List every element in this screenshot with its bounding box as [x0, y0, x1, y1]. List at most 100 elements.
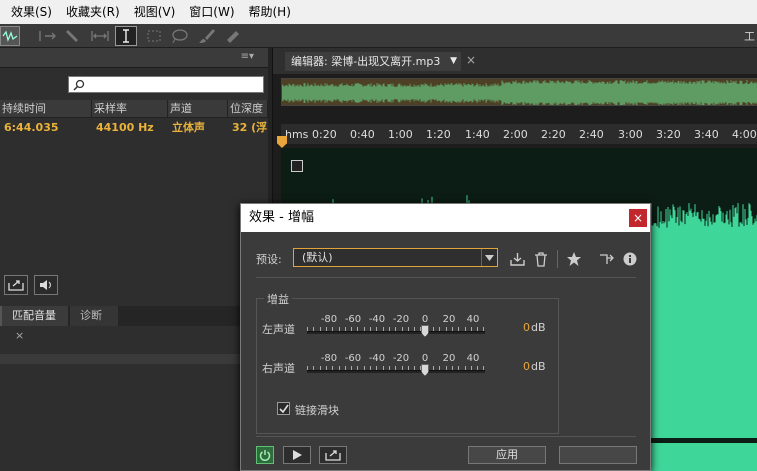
waveform-view-icon[interactable] — [0, 26, 20, 46]
marquee-tool-icon[interactable] — [144, 26, 164, 46]
overview-waveform-graphic — [282, 79, 757, 105]
scale-label: -40 — [368, 353, 386, 364]
divider — [256, 277, 636, 278]
razor-tool-icon[interactable] — [62, 26, 84, 46]
col-duration[interactable]: 持续时间 — [0, 100, 92, 117]
checkmark-icon — [279, 404, 289, 414]
preset-select[interactable]: (默认) — [293, 248, 498, 267]
left-channel-label: 左声道 — [262, 323, 295, 336]
power-toggle-button[interactable] — [256, 446, 274, 464]
workspace-label[interactable]: 工 — [744, 28, 755, 44]
apply-button[interactable]: 应用 — [468, 446, 546, 464]
editor-tab-bar: 编辑器: 梁博-出现又离开.mp3 ▼ × — [273, 48, 757, 74]
routing-icon[interactable] — [598, 251, 614, 267]
info-icon[interactable] — [622, 251, 638, 267]
dialog-title-bar[interactable]: 效果 - 增幅 × — [241, 204, 650, 232]
export-icon — [8, 280, 24, 291]
preset-label: 预设: — [256, 253, 282, 266]
divider — [256, 436, 636, 437]
col-bit-depth[interactable]: 位深度 — [228, 100, 268, 117]
time-selection-tool-icon[interactable] — [115, 26, 137, 46]
ruler-tick: 1:40 — [465, 128, 490, 141]
ruler-tick: 2:20 — [541, 128, 566, 141]
menu-bar: 效果(S) 收藏夹(R) 视图(V) 窗口(W) 帮助(H) — [0, 0, 757, 24]
search-input[interactable] — [68, 76, 264, 93]
chevron-down-icon — [481, 249, 497, 266]
menu-window[interactable]: 窗口(W) — [182, 0, 241, 24]
overview-waveform[interactable] — [281, 78, 757, 106]
ruler-tick: 3:00 — [618, 128, 643, 141]
ruler-tick: 0:20 — [312, 128, 337, 141]
export-icon — [325, 450, 341, 461]
scale-label: -80 — [320, 353, 338, 364]
col-sample-rate[interactable]: 采样率 — [92, 100, 168, 117]
files-panel: ≡▾ 持续时间 采样率 声道 位深度 6:44.035 44100 Hz 立体声… — [0, 48, 268, 471]
amplify-dialog: 效果 - 增幅 × 预设: (默认) 增益 左声道 -80 -60 -40 -2… — [240, 203, 651, 471]
move-tool-icon[interactable] — [36, 26, 58, 46]
toolbar: 工 — [0, 24, 757, 48]
link-sliders-checkbox[interactable] — [277, 402, 290, 415]
star-icon[interactable] — [566, 251, 582, 267]
left-gain-unit: dB — [531, 321, 546, 334]
scale-label: 0 — [421, 314, 429, 325]
ruler-tick: 1:20 — [426, 128, 451, 141]
timeline-ruler[interactable]: hms 0:20 0:40 1:00 1:20 1:40 2:00 2:20 2… — [281, 124, 757, 144]
scale-label: -80 — [320, 314, 338, 325]
brush-tool-icon[interactable] — [196, 26, 218, 46]
col-channels[interactable]: 声道 — [168, 100, 228, 117]
ruler-tick: 3:40 — [694, 128, 719, 141]
scale-label: 0 — [421, 353, 429, 364]
lower-panel-tabs: 匹配音量 × 诊断 — [0, 306, 268, 342]
right-gain-scale: -80 -60 -40 -20 0 20 40 — [307, 353, 487, 365]
search-icon — [73, 79, 85, 91]
cell-channels: 立体声 — [172, 121, 205, 134]
link-sliders-label[interactable]: 链接滑块 — [295, 402, 339, 418]
dialog-title: 效果 - 增幅 — [249, 210, 314, 225]
menu-effects[interactable]: 效果(S) — [4, 0, 59, 24]
panel-menu-icon[interactable]: ≡▾ — [241, 51, 254, 62]
menu-view[interactable]: 视图(V) — [127, 0, 183, 24]
editor-tab-label: 编辑器: 梁博-出现又离开.mp3 — [291, 55, 441, 68]
right-gain-value[interactable]: 0 — [523, 360, 530, 373]
loop-export-button[interactable] — [319, 446, 347, 464]
tab-close-icon[interactable]: × — [15, 329, 24, 342]
left-gain-value[interactable]: 0 — [523, 321, 530, 334]
hud-toggle-icon[interactable] — [291, 160, 303, 172]
slip-tool-icon[interactable] — [89, 26, 111, 46]
menu-help[interactable]: 帮助(H) — [242, 0, 298, 24]
download-preset-icon[interactable] — [509, 251, 525, 267]
gain-group-label: 增益 — [264, 291, 292, 307]
scale-label: 40 — [466, 353, 480, 364]
scale-label: -20 — [392, 314, 410, 325]
editor-tab-close-icon[interactable]: × — [466, 53, 476, 67]
cell-bit-depth: 32 (浮 — [232, 121, 268, 134]
close-button[interactable] — [559, 446, 637, 464]
ruler-tick: 1:00 — [388, 128, 413, 141]
power-icon — [259, 450, 271, 461]
playhead-marker[interactable] — [277, 136, 287, 148]
tab-diagnostics[interactable]: 诊断 — [70, 306, 118, 326]
delete-preset-icon[interactable] — [533, 251, 549, 267]
ruler-tick: 2:40 — [579, 128, 604, 141]
table-row[interactable]: 6:44.035 44100 Hz 立体声 32 (浮 — [0, 119, 268, 137]
preview-button[interactable] — [34, 275, 58, 295]
right-gain-slider[interactable] — [307, 370, 485, 373]
editor-tab[interactable]: 编辑器: 梁博-出现又离开.mp3 ▼ — [285, 52, 461, 71]
cell-sample-rate: 44100 Hz — [96, 121, 154, 134]
files-table-header: 持续时间 采样率 声道 位深度 — [0, 100, 268, 118]
right-gain-unit: dB — [531, 360, 546, 373]
tab-dropdown-icon[interactable]: ▼ — [450, 52, 457, 71]
scale-label: 20 — [442, 314, 456, 325]
lasso-tool-icon[interactable] — [168, 26, 190, 46]
ruler-tick: 2:00 — [503, 128, 528, 141]
scale-label: -60 — [344, 353, 362, 364]
left-gain-slider[interactable] — [307, 331, 485, 334]
insert-button[interactable] — [4, 275, 28, 295]
healing-tool-icon[interactable] — [222, 26, 244, 46]
dialog-close-button[interactable]: × — [629, 209, 647, 227]
menu-favorites[interactable]: 收藏夹(R) — [59, 0, 127, 24]
tab-match-volume[interactable]: 匹配音量 × — [0, 306, 68, 342]
preview-play-button[interactable] — [283, 446, 311, 464]
scale-label: 20 — [442, 353, 456, 364]
ruler-tick: 0:40 — [350, 128, 375, 141]
